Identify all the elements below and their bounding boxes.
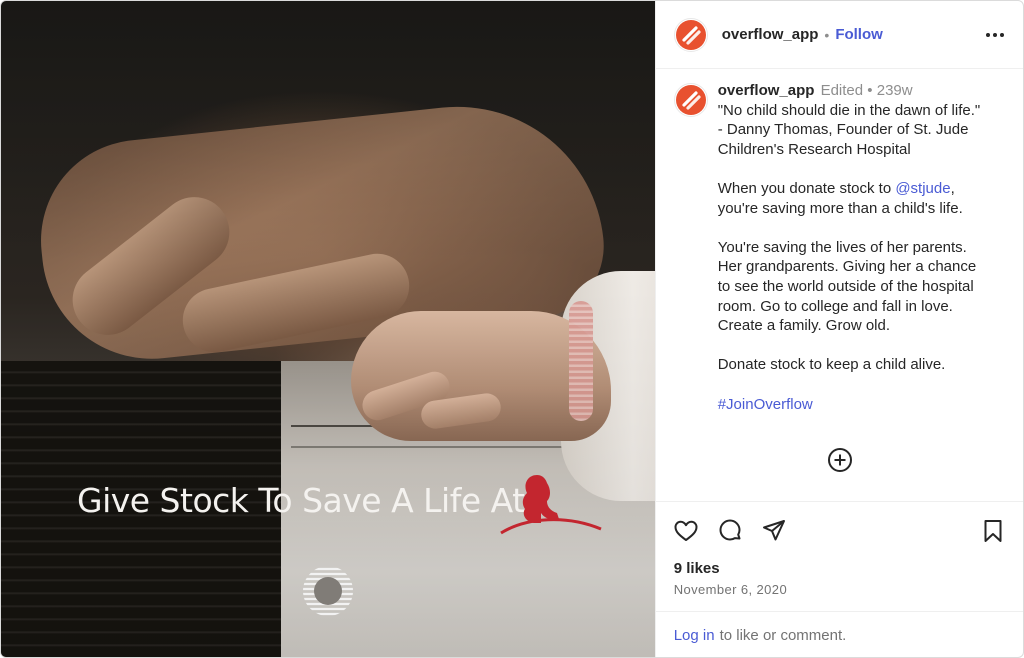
caption-line: "No child should die in the dawn of life…	[717, 101, 981, 119]
likes-count[interactable]: 9 likes	[656, 559, 1023, 579]
post-date[interactable]: November 6, 2020	[656, 581, 1023, 599]
more-icon	[986, 32, 1004, 37]
comment-button[interactable]	[716, 517, 744, 545]
overflow-mark-icon	[303, 567, 353, 616]
separator-dot: •	[867, 82, 873, 99]
caption-line: #JoinOverflow	[718, 395, 1008, 415]
follow-button[interactable]: Follow	[835, 26, 883, 43]
caption: overflow_app Edited • 239w "No child sho…	[673, 81, 1013, 414]
mention-link[interactable]: @stjude	[895, 180, 950, 197]
st-jude-logo-icon	[500, 475, 602, 535]
action-bar	[655, 501, 1023, 559]
more-options-button[interactable]	[983, 23, 1007, 47]
edited-label: Edited	[820, 82, 864, 99]
login-link[interactable]: Log in	[674, 627, 715, 644]
post-header: overflow_app • Follow	[655, 1, 1023, 69]
login-prompt-text: to like or comment.	[719, 627, 847, 644]
share-icon	[762, 519, 785, 540]
login-prompt: Log in to like or comment.	[655, 611, 1023, 657]
header-username[interactable]: overflow_app	[722, 26, 819, 43]
post-window: Give Stock To Save A Life At overflow_ap…	[0, 0, 1024, 658]
hashtag-link[interactable]: #JoinOverflow	[718, 396, 813, 413]
caption-line: You're saving the lives of her parents.	[717, 238, 967, 256]
save-button[interactable]	[979, 517, 1007, 545]
comments-area[interactable]: overflow_app Edited • 239w "No child sho…	[656, 69, 1023, 501]
post-age[interactable]: 239w	[877, 82, 913, 99]
caption-header: overflow_app Edited • 239w	[718, 81, 1008, 101]
overflow-logo-icon	[675, 85, 706, 115]
heart-icon	[674, 520, 698, 541]
share-button[interactable]	[760, 517, 788, 545]
overflow-logo-icon	[675, 19, 706, 50]
caption-line: When you donate stock to @stjude,	[718, 179, 1008, 199]
separator-dot: •	[824, 26, 830, 43]
caption-text: "No child should die in the dawn of life…	[718, 101, 1008, 415]
caption-line: you're saving more than a child's life.	[717, 199, 963, 217]
caption-line: room. Go to college and fall in love.	[717, 297, 953, 315]
caption-line: Create a family. Grow old.	[717, 317, 890, 335]
caption-text-segment: When you donate stock to	[717, 179, 896, 197]
caption-body: overflow_app Edited • 239w "No child sho…	[718, 81, 1008, 414]
caption-username[interactable]: overflow_app	[718, 82, 815, 99]
image-overlay-text: Give Stock To Save A Life At	[77, 481, 525, 520]
caption-line: - Danny Thomas, Founder of St. Jude	[717, 121, 969, 139]
caption-line: Her grandparents. Giving her a chance	[717, 258, 977, 276]
caption-line: Donate stock to keep a child alive.	[717, 356, 946, 374]
post-image[interactable]: Give Stock To Save A Life At	[1, 1, 655, 657]
image-shade	[1, 1, 655, 657]
like-button[interactable]	[672, 517, 700, 545]
comment-icon	[719, 519, 741, 540]
caption-text-segment: ,	[950, 179, 955, 197]
avatar[interactable]	[673, 17, 708, 52]
post-side-panel: overflow_app • Follow overflow_app Edite…	[654, 1, 1023, 657]
caption-avatar[interactable]	[673, 83, 708, 117]
caption-line: Children's Research Hospital	[717, 140, 911, 158]
plus-circle-icon[interactable]	[827, 447, 853, 473]
caption-line: to see the world outside of the hospital	[717, 277, 974, 295]
bookmark-icon	[984, 519, 1002, 542]
